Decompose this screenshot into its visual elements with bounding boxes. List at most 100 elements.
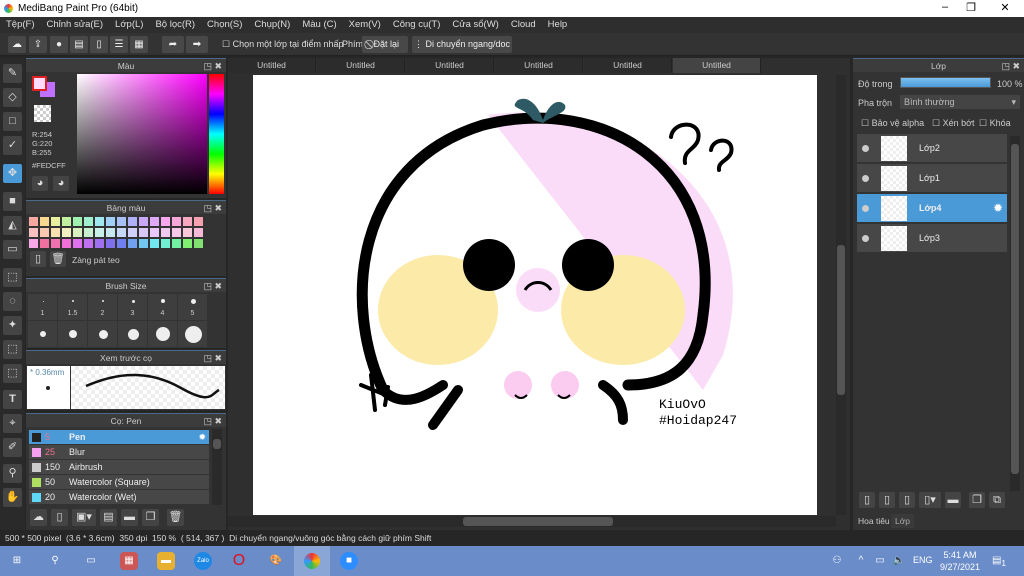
trash-icon[interactable]: 🗑: [167, 509, 184, 526]
panel-close-icon[interactable]: ◳ ✖: [1001, 59, 1020, 73]
palette-swatch[interactable]: [61, 216, 72, 227]
palette-swatch[interactable]: [105, 227, 116, 238]
reset-button[interactable]: ⃠ Đặt lại: [362, 36, 408, 53]
menu-window[interactable]: Cửa sổ(W): [446, 17, 504, 33]
brush-size-cell[interactable]: 1: [28, 294, 57, 320]
primary-color-swatch[interactable]: [32, 76, 47, 91]
menu-cloud[interactable]: Cloud: [505, 17, 542, 33]
brush-item[interactable]: 20 Watercolor (Wet): [29, 490, 209, 505]
zalo-icon[interactable]: Zalo: [194, 552, 212, 570]
blend-mode-select[interactable]: Bình thường ▾: [900, 95, 1020, 109]
rectangle-tool-icon[interactable]: □: [3, 112, 22, 131]
panel-close-icon[interactable]: ◳ ✖: [203, 414, 222, 428]
palette-swatch[interactable]: [116, 238, 127, 249]
palette-swatch[interactable]: [83, 227, 94, 238]
palette-swatch[interactable]: [116, 216, 127, 227]
bucket-tool-icon[interactable]: ◭: [3, 216, 22, 235]
brush-list-scrollbar[interactable]: [212, 429, 222, 505]
eyedropper-tool-icon[interactable]: ⚲: [3, 464, 22, 483]
palette-swatch[interactable]: [72, 216, 83, 227]
folder-icon[interactable]: ▬: [945, 492, 961, 508]
redo-button[interactable]: ➡: [186, 36, 208, 53]
brush-size-cell[interactable]: [88, 321, 117, 347]
palette-swatch[interactable]: [116, 227, 127, 238]
operation-tool-icon[interactable]: ⌖: [3, 414, 22, 433]
saturation-value-picker[interactable]: [77, 74, 207, 194]
menu-snap[interactable]: Chụp(N): [248, 17, 296, 33]
panel-close-icon[interactable]: ◳ ✖: [203, 351, 222, 365]
palette-swatch[interactable]: [83, 216, 94, 227]
palette-swatch[interactable]: [72, 227, 83, 238]
select-eraser-tool-icon[interactable]: ⬚: [3, 364, 22, 383]
palette-swatch[interactable]: [61, 227, 72, 238]
grid-icon[interactable]: ▦: [130, 36, 148, 53]
share-icon[interactable]: ⇪: [29, 36, 47, 53]
panel-close-icon[interactable]: ◳ ✖: [203, 201, 222, 215]
new-palette-icon[interactable]: ▯: [30, 251, 46, 267]
brush-settings-icon[interactable]: ▤: [100, 509, 117, 526]
new-1bit-layer-icon[interactable]: ▯: [899, 492, 915, 508]
brush-size-cell[interactable]: [148, 321, 177, 347]
show-hidden-icons[interactable]: ^: [852, 552, 870, 570]
palette-swatch[interactable]: [160, 216, 171, 227]
brush-item[interactable]: 150 Airbrush: [29, 460, 209, 475]
palette-swatch[interactable]: [127, 238, 138, 249]
palette-swatch[interactable]: [28, 227, 39, 238]
new-8bit-layer-icon[interactable]: ▯: [879, 492, 895, 508]
palette-swatch[interactable]: [50, 227, 61, 238]
document-tab[interactable]: Untitled: [495, 58, 583, 73]
comment-icon[interactable]: ●: [50, 36, 68, 53]
palette-swatch[interactable]: [50, 238, 61, 249]
opacity-slider[interactable]: [900, 77, 991, 88]
cloud-icon[interactable]: ☁: [8, 36, 26, 53]
menu-tools[interactable]: Công cụ(T): [387, 17, 447, 33]
palette-swatch[interactable]: [94, 216, 105, 227]
palette-swatch[interactable]: [28, 238, 39, 249]
fill-rect-tool-icon[interactable]: ■: [3, 192, 22, 211]
select-pen-tool-icon[interactable]: ⬚: [3, 340, 22, 359]
menu-select[interactable]: Chọn(S): [201, 17, 248, 33]
palette-swatch[interactable]: [138, 216, 149, 227]
network-icon[interactable]: ▭: [871, 552, 889, 570]
palette-swatch[interactable]: [50, 216, 61, 227]
lock-checkbox[interactable]: ☐ Khóa: [979, 118, 1011, 129]
menu-edit[interactable]: Chỉnh sửa(E): [41, 17, 110, 33]
brush-size-cell[interactable]: 5: [178, 294, 207, 320]
clock[interactable]: 5:41 AM 9/27/2021: [940, 549, 980, 573]
document-tab[interactable]: Untitled: [584, 58, 672, 73]
app-icon-puzzle[interactable]: ▦: [120, 552, 138, 570]
palette-swatch[interactable]: [171, 238, 182, 249]
merge-layer-icon[interactable]: ⧉: [989, 492, 1005, 508]
move-tool-icon[interactable]: ✥: [3, 164, 22, 183]
clipping-checkbox[interactable]: ☐ Xén bớt: [932, 118, 975, 129]
visibility-icon[interactable]: [862, 175, 869, 182]
palette-swatch[interactable]: [83, 238, 94, 249]
language-indicator[interactable]: ENG: [913, 555, 933, 565]
hue-slider[interactable]: [209, 74, 224, 194]
undo-button[interactable]: ➦: [162, 36, 184, 53]
zoom-icon[interactable]: ■: [340, 552, 358, 570]
gear-icon[interactable]: ✹: [993, 201, 1003, 215]
select-tool-icon[interactable]: ⬚: [3, 268, 22, 287]
windows-start-icon[interactable]: ⊞: [8, 552, 26, 570]
palette-swatch[interactable]: [138, 227, 149, 238]
menu-help[interactable]: Help: [542, 17, 574, 33]
duplicate-icon[interactable]: ❐: [142, 509, 159, 526]
add-layer-dropdown-icon[interactable]: ▯▾: [919, 492, 941, 508]
palette-swatch[interactable]: [39, 227, 50, 238]
document-icon[interactable]: ▯: [90, 36, 108, 53]
palette-swatch[interactable]: [127, 227, 138, 238]
add-brush-dropdown-icon[interactable]: ▣▾: [72, 509, 96, 526]
dropper-tool-icon[interactable]: ✐: [3, 438, 22, 457]
medibang-taskbar-active[interactable]: [294, 546, 330, 576]
palette-swatch[interactable]: [182, 238, 193, 249]
new-layer-icon[interactable]: ▯: [859, 492, 875, 508]
palette-swatch[interactable]: [61, 238, 72, 249]
brush-tool-icon[interactable]: ✎: [3, 64, 22, 83]
new-brush-icon[interactable]: ▯: [51, 509, 68, 526]
brush-size-cell[interactable]: [28, 321, 57, 347]
palette-swatch[interactable]: [149, 227, 160, 238]
gradient-tool-icon[interactable]: ▭: [3, 240, 22, 259]
palette-swatch[interactable]: [39, 238, 50, 249]
palette-swatch[interactable]: [193, 238, 204, 249]
